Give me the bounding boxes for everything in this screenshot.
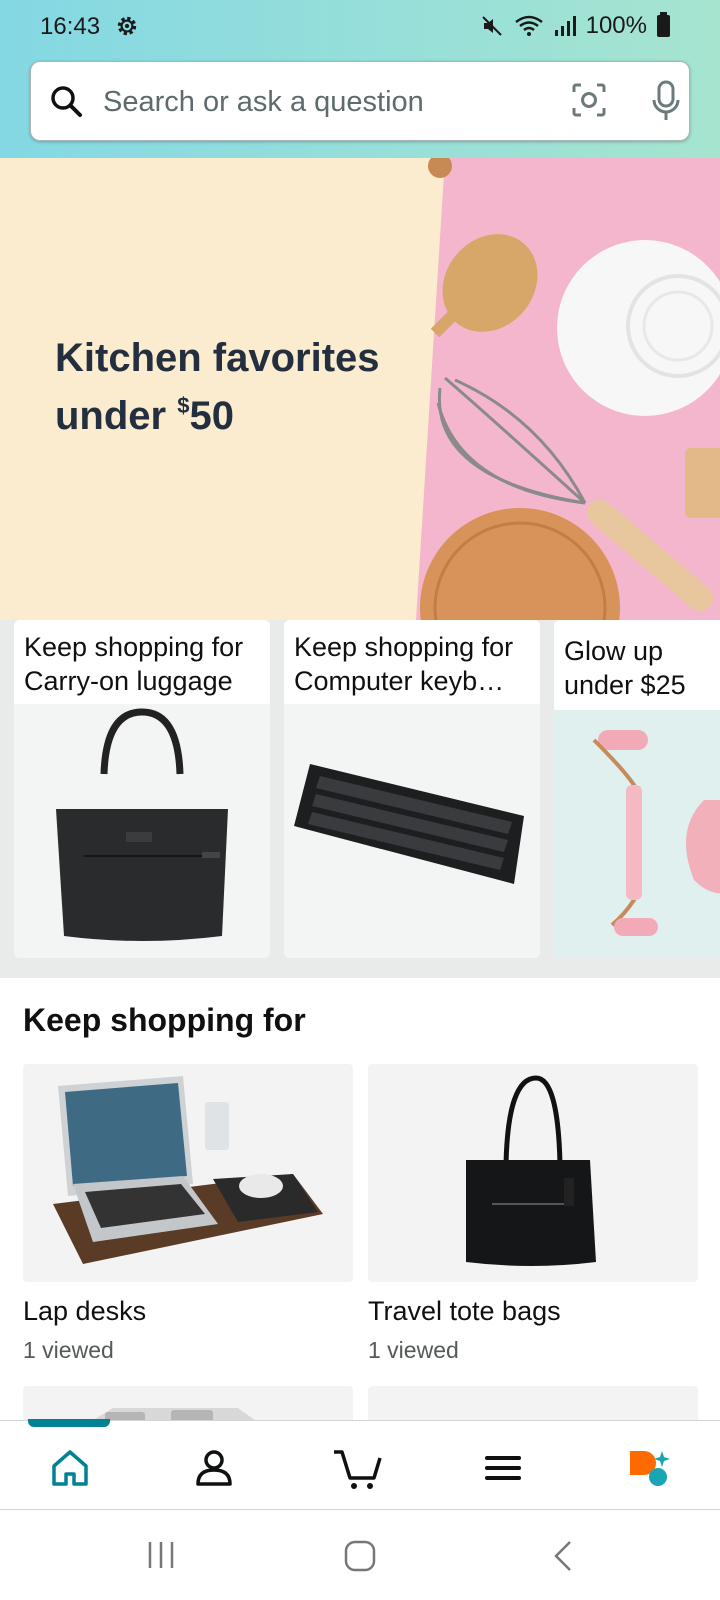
nav-cart[interactable]	[332, 1443, 382, 1493]
card-title-line2: under $25	[564, 670, 686, 700]
card-computer-keyboard[interactable]: Keep shopping for Computer keyb…	[284, 620, 540, 958]
status-icons: 100%	[480, 12, 670, 40]
card-image[interactable]	[14, 704, 270, 958]
hero-title-line2: under $50	[55, 382, 415, 440]
card-title-line1: Glow up	[564, 636, 664, 666]
mute-icon	[481, 16, 502, 36]
system-nav-bar	[0, 1510, 720, 1600]
nav-menu[interactable]	[478, 1443, 528, 1493]
card-title-line1: Keep shopping for	[24, 632, 244, 662]
status-time: 16:43	[40, 13, 101, 40]
card-title-line1: Keep shopping for	[294, 632, 514, 662]
home-icon[interactable]	[50, 1448, 90, 1488]
tile-name: Travel tote bags	[368, 1296, 561, 1326]
card-title-line2: Computer keyb…	[294, 666, 505, 696]
tile-travel-tote-bags[interactable]: Travel tote bags 1 viewed	[368, 1064, 698, 1364]
section-title: Keep shopping for	[23, 1002, 306, 1038]
keyboard-image	[294, 764, 524, 884]
battery-icon	[657, 12, 670, 37]
bottom-nav	[0, 1419, 720, 1510]
nav-home[interactable]	[45, 1443, 95, 1493]
card-image[interactable]	[554, 710, 720, 958]
settings-gear-icon	[117, 16, 137, 36]
hero-title-amount: 50	[189, 394, 234, 438]
tile-name: Lap desks	[23, 1296, 147, 1326]
header: 16:43 100% Search or ask a question	[0, 0, 720, 158]
face-roller-image	[592, 730, 720, 936]
card-glow-up[interactable]: Glow up under $25	[554, 620, 720, 958]
tile-subtitle: 1 viewed	[368, 1337, 459, 1363]
card-carry-on-luggage[interactable]: Keep shopping for Carry-on luggage	[14, 620, 270, 958]
active-tab-indicator	[28, 1419, 110, 1427]
cart-icon[interactable]	[332, 1446, 382, 1490]
card-image[interactable]	[284, 704, 540, 958]
home-button-icon[interactable]	[344, 1540, 376, 1572]
camera-scan-icon[interactable]	[571, 82, 607, 118]
tile-image[interactable]	[368, 1064, 698, 1282]
nav-rufus[interactable]	[624, 1443, 674, 1493]
hero-title-line1: Kitchen favorites	[55, 336, 380, 380]
battery-percent: 100%	[585, 12, 647, 39]
travel-tote-image	[466, 1075, 596, 1266]
card-title: Keep shopping for Carry-on luggage	[24, 630, 264, 698]
hero-title: Kitchen favorites under $50	[55, 334, 415, 440]
nav-account[interactable]	[189, 1443, 239, 1493]
signal-icon	[554, 16, 576, 36]
card-title: Keep shopping for Computer keyb…	[294, 630, 534, 698]
status-bar: 16:43 100%	[0, 0, 720, 52]
back-icon[interactable]	[552, 1540, 576, 1572]
microphone-icon[interactable]	[651, 80, 681, 122]
hero-section: Kitchen favorites under $50 Keep shoppin…	[0, 158, 720, 978]
account-icon[interactable]	[194, 1448, 234, 1488]
recents-icon[interactable]	[146, 1540, 176, 1570]
tote-bag-image	[56, 708, 228, 941]
hero-title-currency: $	[177, 393, 190, 418]
search-icon[interactable]	[49, 84, 83, 118]
menu-icon[interactable]	[485, 1453, 521, 1483]
card-carousel[interactable]: Keep shopping for Carry-on luggage Keep …	[0, 620, 720, 960]
hero-title-prefix: under	[55, 394, 178, 438]
search-bar[interactable]: Search or ask a question	[30, 61, 690, 141]
tile-subtitle: 1 viewed	[23, 1337, 114, 1363]
search-input[interactable]: Search or ask a question	[103, 86, 424, 119]
card-title-line2: Carry-on luggage	[24, 666, 233, 696]
lap-desk-image	[53, 1076, 323, 1264]
tile-lap-desks[interactable]: Lap desks 1 viewed	[23, 1064, 353, 1364]
card-title: Glow up under $25	[564, 634, 720, 702]
wifi-icon	[514, 15, 543, 36]
rufus-icon[interactable]	[626, 1447, 672, 1489]
tile-image[interactable]	[23, 1064, 353, 1282]
